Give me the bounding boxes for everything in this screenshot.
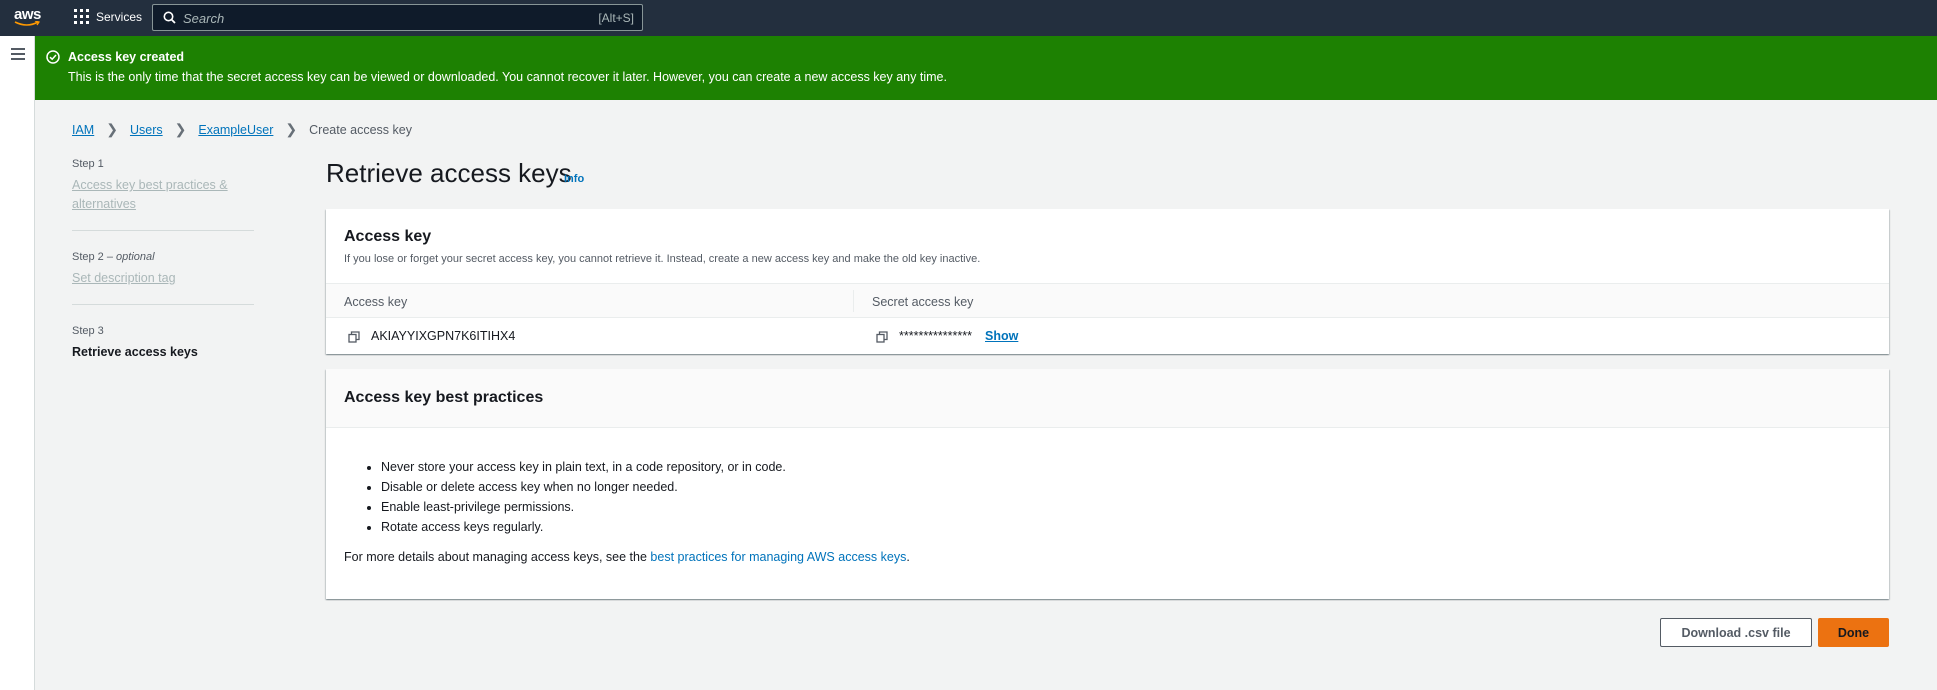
- best-practices-list: Never store your access key in plain tex…: [381, 457, 786, 537]
- grid-icon: [74, 9, 89, 24]
- page-title: Retrieve access keys: [326, 158, 572, 188]
- menu-icon[interactable]: [11, 48, 25, 63]
- chevron-right-icon: ❯: [285, 121, 298, 137]
- wizard-step-2: Step 2 – optional Set description tag: [72, 251, 254, 305]
- secret-access-key-masked: ***************: [899, 329, 972, 343]
- step-link-description-tag[interactable]: Set description tag: [72, 269, 254, 288]
- search-shortcut-hint: [Alt+S]: [598, 11, 634, 25]
- copy-icon[interactable]: [876, 331, 888, 343]
- panel-title: Access key: [344, 228, 432, 245]
- more-details-prefix: For more details about managing access k…: [344, 550, 651, 564]
- success-flash-banner: Access key created This is the only time…: [35, 36, 1937, 100]
- copy-icon[interactable]: [348, 331, 360, 343]
- services-menu-button[interactable]: Services: [74, 9, 142, 24]
- step-label: Step 3: [72, 325, 104, 337]
- list-item: Enable least-privilege permissions.: [381, 497, 786, 517]
- panel-description: If you lose or forget your secret access…: [344, 253, 981, 265]
- step-current-retrieve-keys: Retrieve access keys: [72, 345, 198, 359]
- step-link-best-practices[interactable]: Access key best practices & alternatives: [72, 176, 254, 214]
- column-divider: [853, 290, 854, 312]
- breadcrumb-exampleuser[interactable]: ExampleUser: [198, 123, 273, 137]
- step-label-text: Step 2: [72, 251, 104, 263]
- more-details-text: For more details about managing access k…: [344, 550, 910, 564]
- access-key-panel: Access key If you lose or forget your se…: [326, 209, 1889, 354]
- download-csv-button[interactable]: Download .csv file: [1660, 618, 1812, 647]
- show-secret-link[interactable]: Show: [985, 329, 1018, 343]
- table-header: Access key Secret access key: [326, 283, 1889, 318]
- breadcrumb-users[interactable]: Users: [130, 123, 163, 137]
- top-navigation: aws Services [Alt+S]: [0, 0, 1937, 36]
- best-practices-panel: Access key best practices Never store yo…: [326, 369, 1889, 599]
- chevron-right-icon: ❯: [174, 121, 187, 137]
- step-label: Step 1: [72, 158, 104, 170]
- check-circle-icon: [46, 50, 60, 64]
- breadcrumb-iam[interactable]: IAM: [72, 123, 94, 137]
- wizard-step-1: Step 1 Access key best practices & alter…: [72, 158, 254, 231]
- panel-title: Access key best practices: [344, 389, 544, 406]
- access-key-id: AKIAYYIXGPN7K6ITIHX4: [371, 329, 516, 343]
- search-box[interactable]: [Alt+S]: [152, 4, 643, 31]
- search-icon: [163, 11, 176, 24]
- breadcrumb-current: Create access key: [309, 122, 412, 137]
- services-label: Services: [96, 9, 143, 24]
- step-label: Step 2 – optional: [72, 251, 155, 263]
- aws-smile-icon: [14, 21, 40, 26]
- side-navigation-rail: [0, 36, 35, 690]
- flash-message: This is the only time that the secret ac…: [68, 70, 947, 84]
- column-header-secret: Secret access key: [872, 295, 974, 309]
- search-input[interactable]: [183, 9, 553, 27]
- panel-header: Access key best practices: [326, 369, 1889, 428]
- logo-text: aws: [14, 6, 41, 23]
- list-item: Disable or delete access key when no lon…: [381, 477, 786, 497]
- done-button[interactable]: Done: [1818, 618, 1889, 647]
- wizard-step-3: Step 3 Retrieve access keys: [72, 325, 254, 378]
- flash-title: Access key created: [68, 50, 185, 64]
- breadcrumb: IAM ❯ Users ❯ ExampleUser ❯ Create acces…: [72, 121, 412, 138]
- more-details-suffix: .: [906, 550, 910, 564]
- chevron-right-icon: ❯: [106, 121, 118, 137]
- info-link[interactable]: Info: [564, 173, 584, 185]
- list-item: Rotate access keys regularly.: [381, 517, 786, 537]
- best-practices-link[interactable]: best practices for managing AWS access k…: [650, 550, 906, 564]
- list-item: Never store your access key in plain tex…: [381, 457, 786, 477]
- step-optional-label: optional: [116, 251, 155, 263]
- column-header-access-key: Access key: [344, 295, 408, 309]
- aws-logo[interactable]: aws: [14, 7, 44, 29]
- wizard-steps: Step 1 Access key best practices & alter…: [72, 158, 254, 398]
